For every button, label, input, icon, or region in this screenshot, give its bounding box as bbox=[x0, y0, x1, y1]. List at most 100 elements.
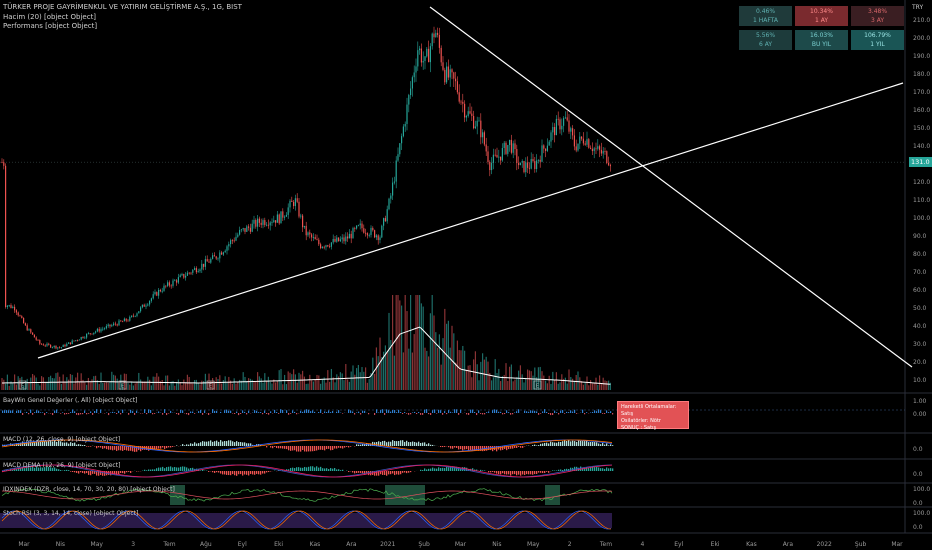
time-axis-label: Tem bbox=[162, 541, 175, 548]
candle-body bbox=[293, 201, 295, 207]
candle-body bbox=[125, 318, 127, 321]
baywin-bar bbox=[188, 413, 190, 416]
baywin-bar bbox=[342, 413, 344, 414]
macd-dema-bar bbox=[136, 471, 138, 472]
candle-body bbox=[307, 232, 309, 236]
volume-bar bbox=[280, 369, 282, 390]
candle-body bbox=[534, 161, 536, 170]
price-chart[interactable]: 210.0200.0190.0180.0170.0160.0150.0140.0… bbox=[0, 0, 932, 550]
volume-bar bbox=[579, 377, 581, 390]
baywin-bar bbox=[140, 413, 142, 414]
indicator-label-4[interactable]: Stoch RSI (3, 3, 14, 14, close) [object … bbox=[3, 510, 138, 517]
volume-bar bbox=[57, 372, 59, 390]
candle-body bbox=[572, 128, 574, 136]
indicator-label-1[interactable]: MACD (12, 26, close, 9) [object Object] bbox=[3, 436, 120, 443]
candle-body bbox=[39, 340, 41, 344]
macd-histogram-bar bbox=[452, 446, 454, 449]
indicator-label-3[interactable]: IDXINDEX (DZR, close, 14, 70, 30, 20, 80… bbox=[3, 486, 175, 493]
candle-body bbox=[167, 282, 169, 286]
macd-histogram-bar bbox=[338, 446, 340, 448]
volume-bar bbox=[3, 379, 5, 390]
candle-body bbox=[411, 77, 413, 89]
candle-body bbox=[541, 145, 543, 162]
candle-body bbox=[104, 328, 106, 330]
candle-body bbox=[329, 246, 331, 248]
price-axis-label: 80.0 bbox=[913, 251, 927, 258]
macd-histogram-bar bbox=[242, 442, 244, 446]
macd-histogram-bar bbox=[456, 446, 458, 448]
volume-bar bbox=[55, 373, 57, 390]
candle-body bbox=[473, 116, 475, 129]
candle-body bbox=[107, 324, 109, 327]
macd-histogram-bar bbox=[600, 444, 602, 446]
candle-body bbox=[417, 50, 419, 67]
volume-indicator-label[interactable]: Hacim (20) [object Object] bbox=[3, 13, 96, 21]
volume-bar bbox=[590, 380, 592, 390]
volume-bar bbox=[316, 374, 318, 390]
baywin-bar bbox=[312, 410, 314, 413]
performance-indicator-label[interactable]: Performans [object Object] bbox=[3, 22, 97, 30]
candle-body bbox=[438, 34, 440, 48]
earnings-marker-label: E bbox=[209, 384, 212, 390]
baywin-bar bbox=[230, 410, 232, 413]
baywin-bar bbox=[432, 410, 434, 413]
chart-background bbox=[0, 0, 932, 550]
macd-dema-bar bbox=[268, 471, 270, 473]
macd-dema-bar bbox=[124, 471, 126, 474]
candle-body bbox=[267, 224, 269, 226]
volume-bar bbox=[1, 377, 3, 390]
baywin-bar bbox=[268, 413, 270, 415]
macd-histogram-bar bbox=[216, 440, 218, 446]
indicator-label-0[interactable]: BayWin Genel Değerler (, All) [object Ob… bbox=[3, 397, 137, 404]
volume-bar bbox=[426, 350, 428, 390]
volume-bar bbox=[231, 383, 233, 390]
candle-body bbox=[321, 246, 323, 249]
baywin-bar bbox=[244, 411, 246, 413]
volume-bar bbox=[188, 376, 190, 390]
baywin-bar bbox=[238, 413, 240, 416]
volume-bar bbox=[109, 381, 111, 390]
baywin-bar bbox=[148, 409, 150, 413]
baywin-bar bbox=[110, 412, 112, 413]
volume-bar bbox=[217, 378, 219, 390]
volume-bar bbox=[190, 383, 192, 390]
volume-bar bbox=[561, 374, 563, 390]
baywin-bar bbox=[134, 413, 136, 415]
macd-histogram-bar bbox=[450, 446, 452, 449]
baywin-bar bbox=[318, 411, 320, 413]
baywin-bar bbox=[356, 412, 358, 413]
volume-bar bbox=[140, 379, 142, 390]
macd-dema-bar bbox=[436, 468, 438, 471]
volume-bar bbox=[152, 376, 154, 390]
macd-histogram-bar bbox=[560, 441, 562, 446]
macd-dema-bar bbox=[348, 471, 350, 473]
candle-body bbox=[60, 347, 62, 348]
price-axis-label: 20.0 bbox=[913, 359, 927, 366]
candle-body bbox=[170, 285, 172, 287]
macd-histogram-bar bbox=[80, 444, 82, 446]
volume-bar bbox=[345, 364, 347, 390]
baywin-bar bbox=[16, 410, 18, 413]
macd-histogram-bar bbox=[402, 440, 404, 446]
macd-histogram-bar bbox=[550, 441, 552, 446]
candle-body bbox=[158, 289, 160, 296]
candle-body bbox=[113, 323, 115, 326]
time-axis-label: Eyl bbox=[238, 541, 247, 548]
candle-body bbox=[388, 198, 390, 210]
indicator-label-2[interactable]: MACD DEMA (12, 26, 9) [object Object] bbox=[3, 462, 120, 469]
baywin-bar bbox=[198, 411, 200, 413]
candle-body bbox=[122, 321, 124, 323]
price-axis-label: 90.0 bbox=[913, 233, 927, 240]
candle-body bbox=[222, 252, 224, 255]
macd-dema-bar bbox=[386, 471, 388, 476]
volume-bar bbox=[185, 382, 187, 390]
macd-dema-bar bbox=[596, 466, 598, 471]
time-axis-label: May bbox=[527, 541, 540, 548]
volume-bar bbox=[154, 376, 156, 390]
baywin-bar bbox=[236, 411, 238, 413]
volume-bar bbox=[496, 373, 498, 390]
currency-label: TRY bbox=[912, 4, 924, 11]
volume-bar bbox=[354, 374, 356, 390]
performance-period: 6 AY bbox=[758, 41, 773, 48]
volume-bar bbox=[501, 376, 503, 390]
